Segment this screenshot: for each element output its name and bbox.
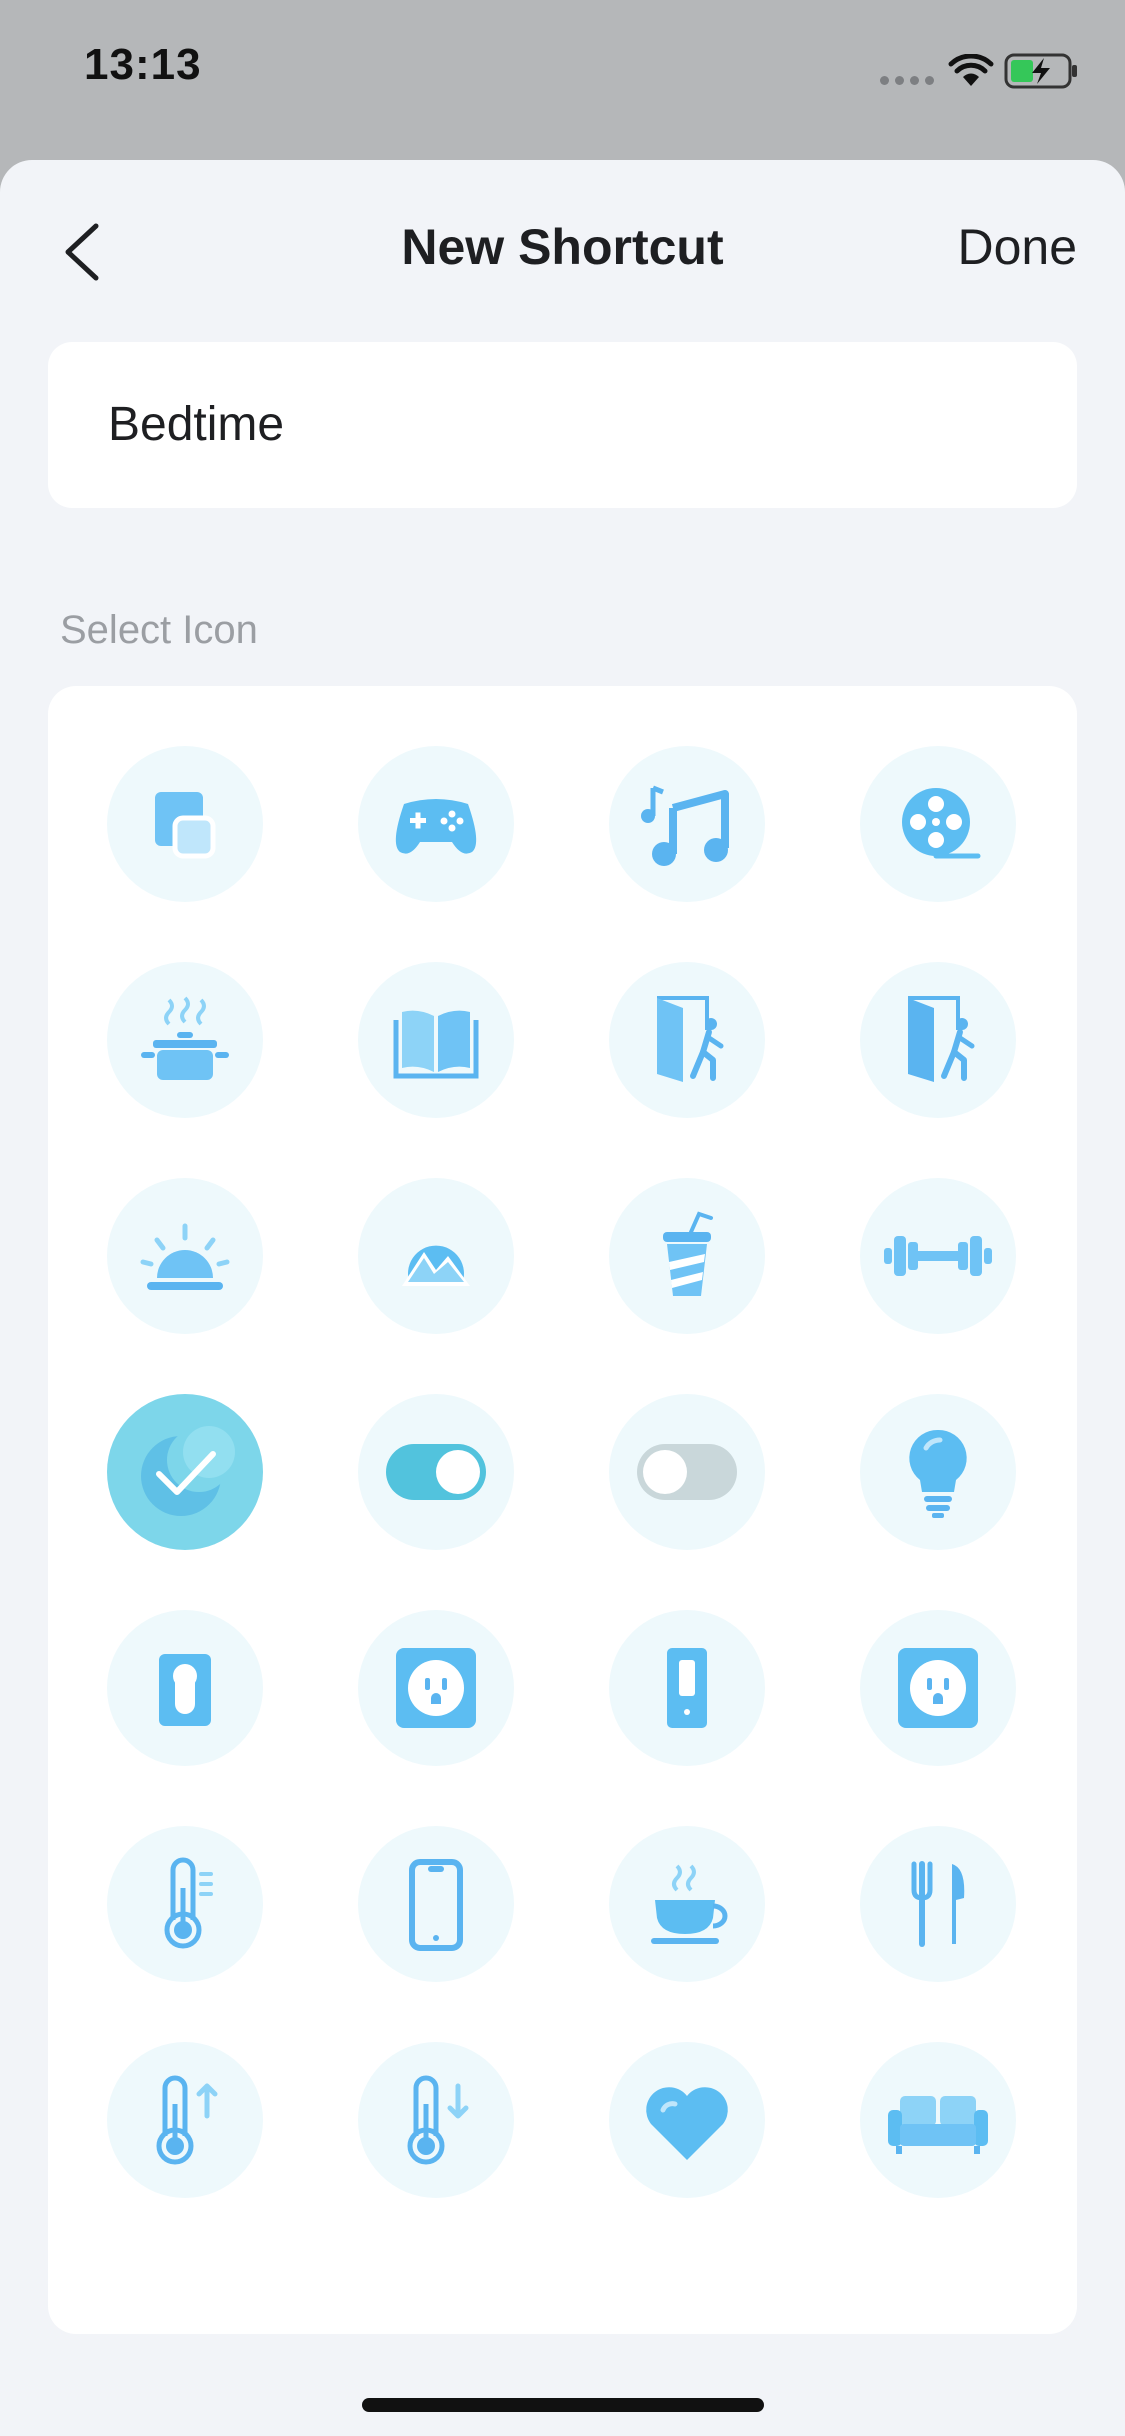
coffee-cup-icon (651, 1864, 728, 1944)
icon-option-heart[interactable] (609, 2042, 765, 2198)
moon-icon (141, 1426, 235, 1516)
icon-option-drink-cup[interactable] (609, 1178, 765, 1334)
page-title: New Shortcut (401, 219, 724, 275)
film-reel-icon (902, 788, 981, 859)
icon-option-music[interactable] (609, 746, 765, 902)
icon-option-temperature-down[interactable] (358, 2042, 514, 2198)
sofa-icon (888, 2096, 988, 2154)
cellular-signal-icon (880, 76, 934, 85)
light-switch-icon (159, 1654, 211, 1726)
widget-icon (155, 792, 216, 859)
icon-grid (107, 746, 1016, 2198)
drink-cup-icon (663, 1211, 713, 1296)
sunrise-icon (140, 1223, 230, 1290)
icon-option-cooking-pot[interactable] (107, 962, 263, 1118)
new-shortcut-sheet: New Shortcut Done Bedtime Select Icon (0, 160, 1125, 2436)
heart-icon (646, 2087, 728, 2160)
icon-option-outlet-square[interactable] (860, 1610, 1016, 1766)
icon-option-toggle-off[interactable] (609, 1394, 765, 1550)
icon-option-door-enter[interactable] (609, 962, 765, 1118)
icon-option-widget[interactable] (107, 746, 263, 902)
icon-option-gamepad[interactable] (358, 746, 514, 902)
icon-option-thermometer[interactable] (107, 1826, 263, 1982)
icon-option-wall-switch[interactable] (609, 1610, 765, 1766)
mountain-icon (402, 1245, 470, 1286)
icon-option-coffee-cup[interactable] (609, 1826, 765, 1982)
toggle-on-icon (386, 1444, 486, 1500)
book-icon (393, 1010, 479, 1079)
gamepad-icon (395, 799, 477, 854)
icon-option-moon[interactable] (107, 1394, 263, 1550)
icon-option-dumbbell[interactable] (860, 1178, 1016, 1334)
icon-option-sunrise[interactable] (107, 1178, 263, 1334)
light-bulb-icon (909, 1429, 967, 1518)
done-button[interactable]: Done (957, 218, 1077, 276)
phone-icon (409, 1859, 463, 1951)
wall-switch-icon (667, 1648, 707, 1728)
shortcut-name-field[interactable]: Bedtime (48, 342, 1077, 508)
battery-charging-icon (1004, 53, 1077, 89)
outlet-square-icon (898, 1648, 978, 1728)
icon-option-door-exit[interactable] (860, 962, 1016, 1118)
icon-option-temperature-up[interactable] (107, 2042, 263, 2198)
status-bar: 13:13 (0, 0, 1125, 160)
outlet-icon (396, 1648, 476, 1728)
dumbbell-icon (884, 1236, 992, 1276)
toggle-off-icon (637, 1444, 737, 1500)
icon-option-film-reel[interactable] (860, 746, 1016, 902)
select-icon-label: Select Icon (60, 608, 258, 652)
icon-option-outlet[interactable] (358, 1610, 514, 1766)
fork-knife-icon (911, 1861, 965, 1947)
icon-option-light-bulb[interactable] (860, 1394, 1016, 1550)
icon-option-sofa[interactable] (860, 2042, 1016, 2198)
temperature-down-icon (407, 2075, 469, 2165)
icon-option-mountain[interactable] (358, 1178, 514, 1334)
status-time: 13:13 (84, 40, 202, 89)
wifi-icon (948, 54, 994, 86)
temperature-up-icon (156, 2075, 218, 2165)
icon-option-fork-knife[interactable] (860, 1826, 1016, 1982)
door-enter-icon (657, 996, 724, 1082)
shortcut-name-value[interactable]: Bedtime (108, 342, 284, 508)
icon-option-book[interactable] (358, 962, 514, 1118)
icon-picker (48, 686, 1077, 2334)
door-exit-icon (908, 996, 975, 1082)
icon-option-toggle-on[interactable] (358, 1394, 514, 1550)
navigation-bar: New Shortcut Done (0, 160, 1125, 336)
music-icon (641, 785, 729, 866)
home-indicator[interactable] (362, 2398, 764, 2412)
icon-option-phone[interactable] (358, 1826, 514, 1982)
icon-option-light-switch[interactable] (107, 1610, 263, 1766)
cooking-pot-icon (141, 996, 229, 1080)
thermometer-icon (164, 1857, 213, 1949)
